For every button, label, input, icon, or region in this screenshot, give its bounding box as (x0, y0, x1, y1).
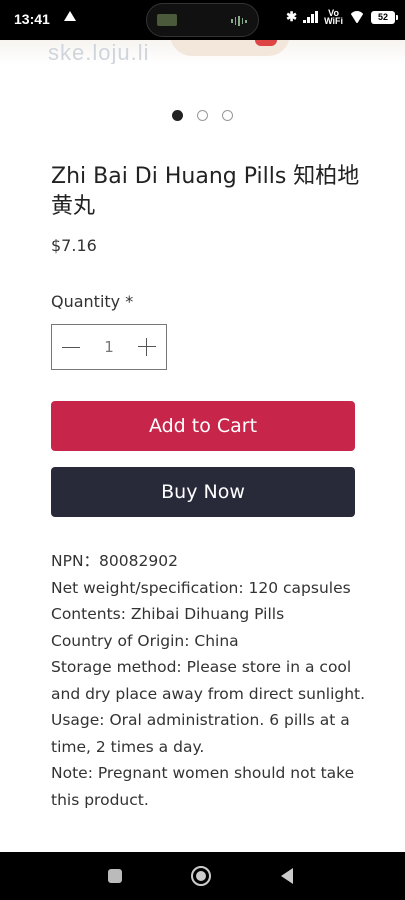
detail-storage: Storage method: Please store in a cool a… (51, 658, 366, 703)
detail-contents: Contents: Zhibai Dihuang Pills (51, 605, 285, 623)
vowifi-label: Vo WiFi (324, 8, 343, 26)
signal-icon (303, 11, 319, 23)
detail-note: Note: Pregnant women should not take thi… (51, 764, 355, 809)
detail-net-weight: Net weight/specification: 120 capsules (51, 578, 351, 597)
back-icon[interactable] (281, 868, 293, 884)
recents-icon[interactable] (108, 869, 122, 883)
add-to-cart-button[interactable]: Add to Cart (51, 401, 355, 451)
product-title: Zhi Bai Di Huang Pills 知柏地黄丸 (51, 164, 360, 219)
detail-usage: Usage: Oral administration. 6 pills at a… (51, 711, 350, 756)
carousel-dot-2[interactable] (197, 110, 208, 121)
carousel-dots (0, 110, 405, 121)
navigation-bar (0, 852, 405, 900)
increment-button[interactable] (128, 324, 166, 370)
buy-now-button[interactable]: Buy Now (51, 467, 355, 517)
battery-icon: 52 (371, 10, 398, 24)
home-icon[interactable] (191, 866, 211, 886)
carousel-dot-1[interactable] (172, 110, 183, 121)
product-price: $7.16 (51, 236, 97, 255)
carousel-dot-3[interactable] (222, 110, 233, 121)
quantity-input[interactable] (90, 338, 128, 356)
plus-icon (138, 338, 156, 356)
status-time: 13:41 (14, 11, 50, 27)
status-icons: ✱ Vo WiFi 52 (286, 8, 398, 26)
product-image[interactable]: ske.loju.li (0, 40, 405, 64)
media-thumbnail-icon (157, 14, 177, 26)
watermark: ske.loju.li (48, 40, 150, 64)
location-arrow-icon (64, 11, 76, 21)
quantity-stepper (51, 324, 167, 370)
decrement-button[interactable] (52, 324, 90, 370)
detail-origin: Country of Origin: China (51, 631, 239, 650)
detail-npn: NPN：80082902 (51, 552, 178, 570)
product-image-accent (255, 40, 277, 46)
wifi-icon (349, 11, 365, 23)
minus-icon (62, 346, 80, 348)
dynamic-island[interactable] (146, 3, 259, 37)
status-bar: 13:41 ✱ Vo WiFi 52 (0, 0, 405, 40)
bluetooth-icon: ✱ (286, 9, 298, 24)
product-details: NPN：80082902 Net weight/specification: 1… (51, 548, 371, 813)
quantity-label: Quantity * (51, 292, 134, 311)
audio-wave-icon (231, 16, 247, 26)
